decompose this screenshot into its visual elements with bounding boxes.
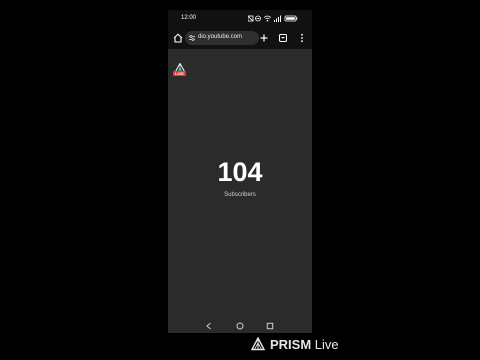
status-bar: 12:00 xyxy=(168,10,312,27)
watermark-text: PRISM Live xyxy=(270,337,339,352)
tab-switcher-icon[interactable] xyxy=(277,32,289,44)
signal-icon xyxy=(274,15,281,22)
subscriber-count: 104 xyxy=(217,157,263,187)
navigation-bar xyxy=(168,319,312,333)
address-bar[interactable]: dio.youtube.com xyxy=(185,31,259,45)
status-time: 12:00 xyxy=(181,15,197,21)
url-text: dio.youtube.com xyxy=(198,34,243,40)
live-badge: LIVE xyxy=(173,71,186,76)
status-icons xyxy=(248,15,298,22)
recents-icon[interactable] xyxy=(265,321,275,331)
overflow-menu-icon[interactable] xyxy=(296,32,308,44)
wifi-icon xyxy=(263,15,272,22)
battery-icon xyxy=(284,15,298,22)
live-indicator: LIVE xyxy=(172,63,188,79)
subscriber-label: Subscribers xyxy=(224,192,256,198)
phone-screen: 12:00 dio.youtube.com LIVE 104 Subscribe… xyxy=(168,10,312,333)
home-button-icon[interactable] xyxy=(235,321,245,331)
mute-icon xyxy=(248,15,254,22)
watermark-brand: PRISM xyxy=(270,337,312,352)
browser-toolbar: dio.youtube.com xyxy=(168,27,312,49)
watermark-suffix: Live xyxy=(314,337,339,352)
prism-watermark-logo-icon xyxy=(251,337,265,351)
no-disturb-icon xyxy=(255,15,261,22)
back-icon[interactable] xyxy=(204,321,214,331)
home-icon[interactable] xyxy=(172,32,184,44)
new-tab-icon[interactable] xyxy=(258,32,270,44)
tune-icon[interactable] xyxy=(188,34,196,42)
